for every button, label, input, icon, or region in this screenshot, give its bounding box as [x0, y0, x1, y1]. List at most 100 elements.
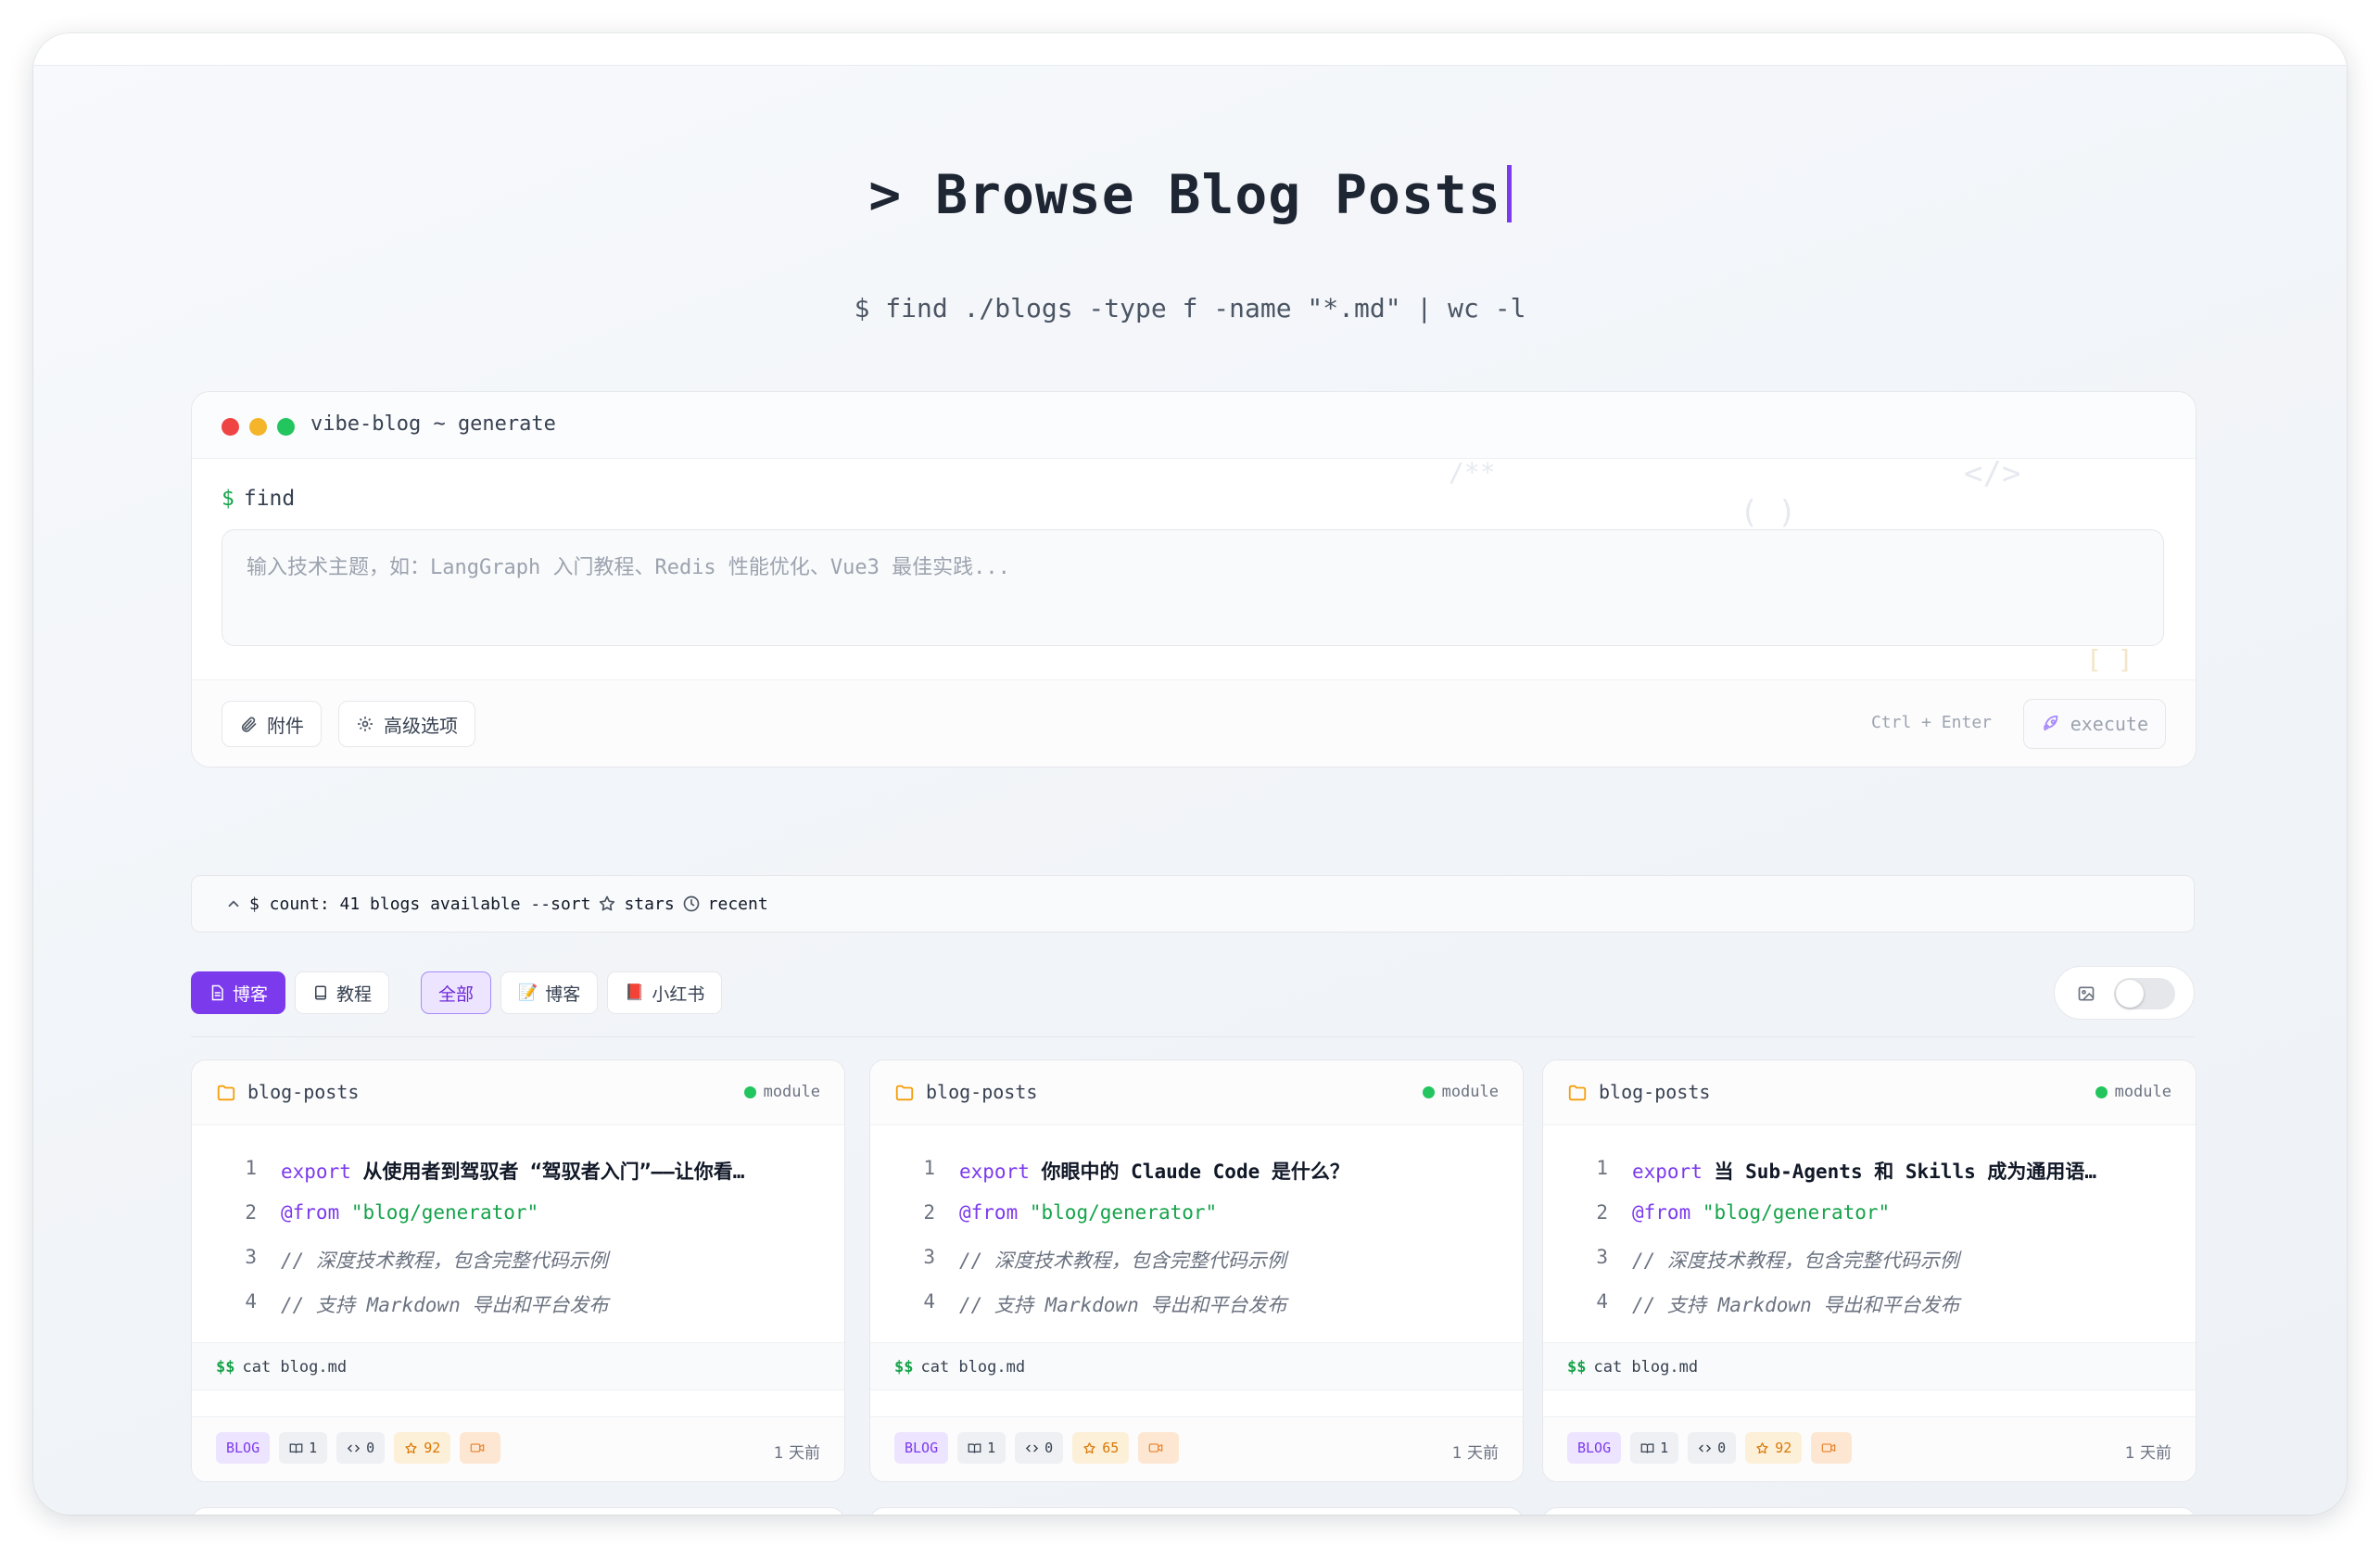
next-row-card: [191, 1507, 845, 1515]
filter-type-tutorial[interactable]: 教程: [295, 971, 390, 1014]
module-status-label: module: [763, 1083, 820, 1101]
advanced-options-button[interactable]: 高级选项: [338, 701, 475, 747]
chapters-badge: 1: [279, 1432, 328, 1464]
line-number: 4: [1596, 1290, 1608, 1313]
video-badge: [460, 1432, 501, 1464]
code-comment: // 支持 Markdown 导出和平台发布: [959, 1294, 1287, 1316]
count-bar: $ count: 41 blogs available --sort stars…: [191, 875, 2195, 933]
line-number: 2: [1596, 1201, 1608, 1224]
code-preview: 1 export 从使用者到驾驭者 “驾驭者入门”——让你看… 2 @from …: [192, 1157, 844, 1335]
filter-type-blog[interactable]: 博客: [191, 971, 286, 1014]
clock-icon: [683, 895, 699, 912]
sort-stars-option[interactable]: stars: [624, 895, 674, 914]
video-icon: [1148, 1443, 1163, 1453]
window-close-dot[interactable]: [222, 418, 239, 436]
filter-gap: [399, 971, 411, 1014]
blog-title[interactable]: 当 Sub-Agents 和 Skills 成为通用语…: [1715, 1161, 2097, 1183]
command-symbol: $$: [894, 1358, 914, 1377]
code-comment: // 支持 Markdown 导出和平台发布: [1632, 1294, 1960, 1316]
keyword-from: @from: [1632, 1201, 1691, 1224]
attach-button[interactable]: 附件: [222, 701, 322, 747]
card-footer: BLOG 1 0 92 1 天前: [192, 1416, 844, 1481]
line-number: 1: [923, 1157, 935, 1179]
card-footer: BLOG 1 0 65 1 天前: [870, 1416, 1523, 1481]
code-line: 2 @from "blog/generator": [870, 1201, 1523, 1246]
line-number: 3: [1596, 1246, 1608, 1268]
chapters-count: 1: [987, 1440, 996, 1456]
card-footer: BLOG 1 0 92 1 天前: [1543, 1416, 2196, 1481]
filter-source-xiaohongshu-label: 小红书: [652, 983, 705, 1005]
window-minimize-dot[interactable]: [249, 418, 267, 436]
card-header: blog-posts module: [1543, 1060, 2196, 1125]
sort-recent-option[interactable]: recent: [708, 895, 768, 914]
window-maximize-dot[interactable]: [277, 418, 295, 436]
code-icon: [348, 1444, 361, 1452]
next-row-card: [869, 1507, 1524, 1515]
line-number: 1: [1596, 1157, 1608, 1179]
line-number: 3: [245, 1246, 257, 1268]
code-line: 1 export 你眼中的 Claude Code 是什么？: [870, 1157, 1523, 1201]
advanced-options-label: 高级选项: [384, 714, 458, 737]
filter-source-blog[interactable]: 📝 博客: [500, 971, 599, 1014]
prompt-line: $ find: [222, 487, 295, 511]
card-command: $$ cat blog.md: [870, 1342, 1523, 1390]
open-book-icon: [289, 1443, 303, 1453]
stars-count: 92: [1775, 1440, 1792, 1456]
attach-label: 附件: [267, 714, 304, 737]
code-line: 4 // 支持 Markdown 导出和平台发布: [1543, 1290, 2196, 1335]
code-line: 2 @from "blog/generator": [1543, 1201, 2196, 1246]
deco-comment-glyph: /**: [1449, 457, 1496, 488]
code-blocks-count: 0: [1717, 1440, 1727, 1456]
status-dot: [2095, 1085, 2108, 1098]
deco-paren-glyph: ( ): [1740, 494, 1797, 531]
deco-code-glyph: </>: [1964, 455, 2021, 492]
command-symbol: $$: [216, 1358, 235, 1377]
code-blocks-badge: 0: [1688, 1432, 1737, 1464]
code-comment: // 深度技术教程，包含完整代码示例: [1632, 1250, 1959, 1272]
code-blocks-count: 0: [1044, 1440, 1054, 1456]
cover-image-toggle[interactable]: [2114, 978, 2175, 1009]
card-badges: BLOG 1 0 92: [1567, 1432, 1853, 1464]
red-book-icon: 📕: [625, 983, 645, 1002]
video-badge: [1138, 1432, 1180, 1464]
source-string: "blog/generator": [350, 1201, 539, 1224]
count-text: $ count: 41 blogs available --sort: [249, 894, 591, 914]
image-icon: [2078, 986, 2095, 1001]
module-status-label: module: [2114, 1083, 2171, 1101]
text-cursor: [1506, 165, 1512, 222]
chevron-up-icon[interactable]: [225, 895, 242, 912]
code-line: 2 @from "blog/generator": [192, 1201, 844, 1246]
filter-source-blog-label: 博客: [545, 983, 581, 1005]
page-title: > Browse Blog Posts: [33, 163, 2347, 226]
blog-card[interactable]: blog-posts module 1 export 你眼中的 Claude C…: [869, 1059, 1524, 1482]
command-text: cat blog.md: [920, 1358, 1026, 1377]
star-icon: [1083, 1441, 1095, 1453]
line-number: 1: [245, 1157, 257, 1179]
card-header: blog-posts module: [870, 1060, 1523, 1125]
top-strip: [33, 33, 2347, 66]
code-content: @from "blog/generator": [281, 1201, 538, 1224]
deco-bracket-glyph: [ ]: [2086, 644, 2133, 675]
blog-title[interactable]: 从使用者到驾驭者 “驾驭者入门”——让你看…: [363, 1161, 745, 1183]
topic-input[interactable]: [222, 529, 2164, 646]
blog-card[interactable]: blog-posts module 1 export 当 Sub-Agents …: [1542, 1059, 2196, 1482]
generator-header: vibe-blog ~ generate: [192, 392, 2196, 459]
book-icon: [315, 985, 327, 1000]
execute-button[interactable]: execute: [2022, 699, 2166, 749]
module-status: module: [743, 1083, 820, 1101]
prompt-symbol: $: [222, 487, 234, 511]
blog-card[interactable]: blog-posts module 1 export 从使用者到驾驭者 “驾驭者…: [191, 1059, 845, 1482]
card-folder-name: blog-posts: [1599, 1081, 1711, 1103]
card-command: $$ cat blog.md: [192, 1342, 844, 1390]
blog-title[interactable]: 你眼中的 Claude Code 是什么？: [1042, 1161, 1349, 1183]
filter-source-all-label: 全部: [438, 983, 475, 1005]
filter-source-all[interactable]: 全部: [421, 971, 492, 1014]
stars-count: 92: [424, 1440, 441, 1456]
card-badges: BLOG 1 0 65: [894, 1432, 1180, 1464]
card-command: $$ cat blog.md: [1543, 1342, 2196, 1390]
prompt-command: find: [243, 487, 296, 511]
command-text: cat blog.md: [1593, 1358, 1699, 1377]
filter-source-xiaohongshu[interactable]: 📕 小红书: [607, 971, 723, 1014]
keyword-export: export: [959, 1161, 1030, 1183]
folder-icon: [895, 1085, 914, 1101]
